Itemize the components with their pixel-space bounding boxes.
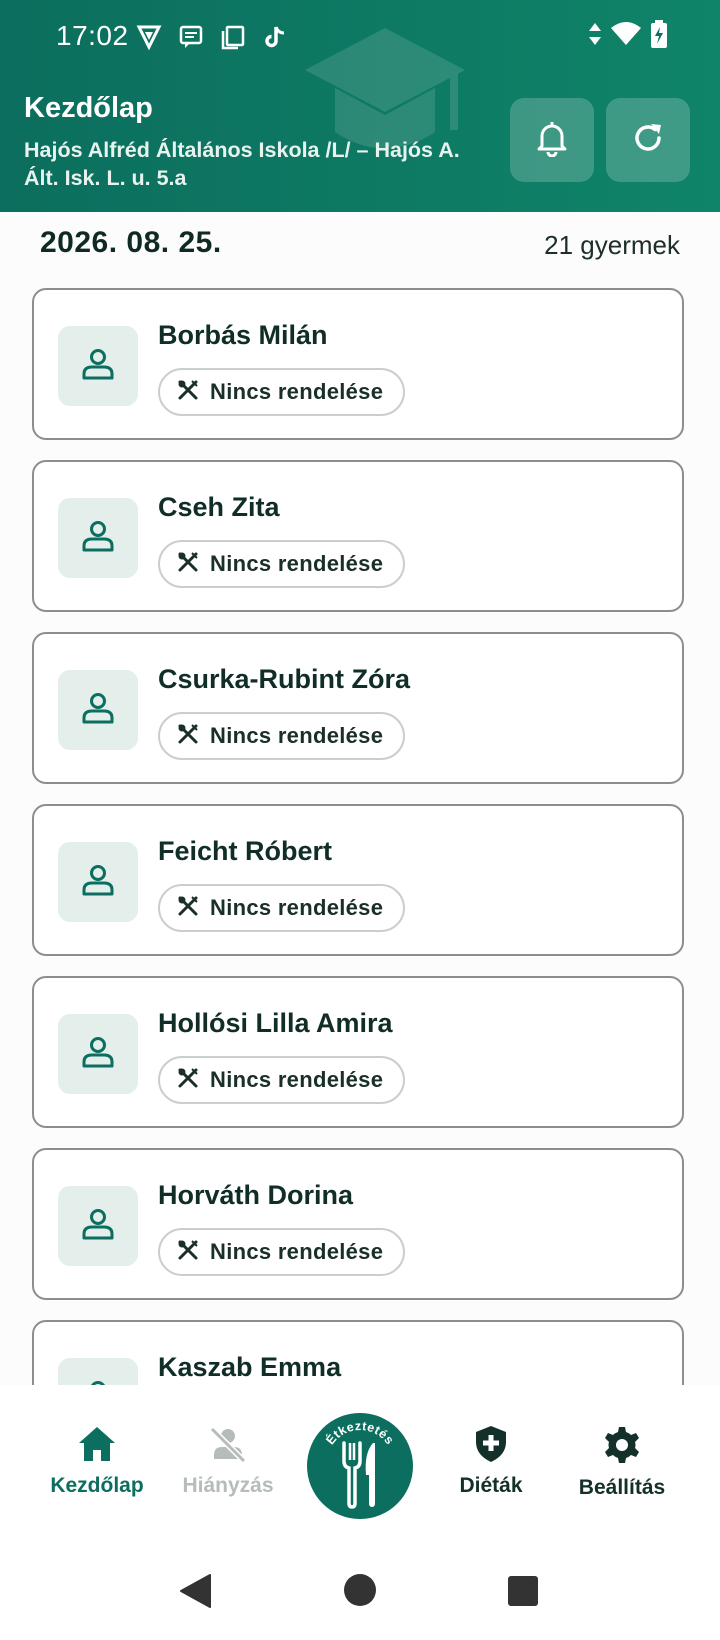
person-icon [80, 862, 116, 903]
child-card[interactable]: Horváth Dorina Nincs rendelése [32, 1148, 684, 1300]
no-meal-icon [176, 1066, 200, 1095]
order-status-badge: Nincs rendelése [158, 540, 406, 588]
order-status-label: Nincs rendelése [210, 1239, 384, 1264]
person-off-icon [208, 1425, 248, 1468]
child-card[interactable]: Hollósi Lilla Amira Nincs rendelése [32, 976, 684, 1128]
wifi-icon [610, 21, 642, 52]
meals-center-button[interactable]: Étkeztetés [307, 1413, 413, 1519]
avatar [58, 670, 138, 750]
order-status-badge: Nincs rendelése [158, 712, 406, 760]
gear-icon [602, 1425, 642, 1470]
status-bar: 17:02 [0, 0, 720, 74]
person-icon [80, 1378, 116, 1385]
person-icon [80, 346, 116, 387]
status-system-icons [588, 20, 668, 53]
order-status-label: Nincs rendelése [210, 379, 384, 404]
no-meal-icon [176, 1238, 200, 1267]
children-list[interactable]: Borbás Milán Nincs rendelése Cseh Zita N… [0, 288, 720, 1385]
vpn-shield-icon [134, 22, 164, 52]
nav-home-label: Kezdőlap [50, 1474, 144, 1497]
nav-diets[interactable]: Diéták [426, 1425, 556, 1498]
home-system-button[interactable] [343, 1573, 377, 1612]
child-name: Kaszab Emma [158, 1352, 342, 1382]
child-name: Feicht Róbert [158, 836, 333, 866]
avatar [58, 1358, 138, 1385]
nav-settings-label: Beállítás [578, 1476, 666, 1499]
child-name: Borbás Milán [158, 320, 328, 350]
school-name: Hajós Alfréd Általános Iskola /L/ – Hajó… [24, 138, 460, 190]
avatar [58, 326, 138, 406]
tiktok-icon [260, 22, 290, 52]
order-status-badge: Nincs rendelése [158, 368, 406, 416]
bell-icon [534, 119, 570, 162]
order-status-badge: Nincs rendelése [158, 1056, 406, 1104]
avatar [58, 1014, 138, 1094]
recents-button[interactable] [507, 1575, 539, 1612]
summary-row: 2026. 08. 25. 21 gyermek [40, 226, 680, 266]
nav-absence-label: Hiányzás [182, 1474, 274, 1497]
person-icon [80, 1034, 116, 1075]
shield-plus-icon [471, 1425, 511, 1468]
fork-knife-icon: Étkeztetés [322, 1419, 396, 1509]
person-icon [80, 518, 116, 559]
avatar [58, 498, 138, 578]
child-card[interactable]: Csurka-Rubint Zóra Nincs rendelése [32, 632, 684, 784]
child-card[interactable]: Borbás Milán Nincs rendelése [32, 288, 684, 440]
order-status-label: Nincs rendelése [210, 551, 384, 576]
order-status-label: Nincs rendelése [210, 723, 384, 748]
child-card[interactable]: Cseh Zita Nincs rendelése [32, 460, 684, 612]
app-header: 17:02 Kezdőlap Hajós Alfréd Általános Is… [0, 0, 720, 212]
child-card[interactable]: Feicht Róbert Nincs rendelése [32, 804, 684, 956]
notifications-button[interactable] [510, 98, 594, 182]
no-meal-icon [176, 378, 200, 407]
home-icon [77, 1425, 117, 1468]
order-status-badge: Nincs rendelése [158, 884, 406, 932]
nav-home[interactable]: Kezdőlap [32, 1425, 162, 1498]
message-icon [176, 22, 206, 52]
data-arrows-icon [588, 21, 602, 52]
battery-icon [650, 20, 668, 53]
person-icon [80, 690, 116, 731]
selected-date: 2026. 08. 25. [40, 226, 222, 259]
no-meal-icon [176, 894, 200, 923]
avatar [58, 1186, 138, 1266]
refresh-button[interactable] [606, 98, 690, 182]
nav-settings[interactable]: Beállítás [557, 1425, 687, 1500]
order-status-badge: Nincs rendelése [158, 1228, 406, 1276]
order-status-label: Nincs rendelése [210, 1067, 384, 1092]
avatar [58, 842, 138, 922]
children-count: 21 gyermek [544, 230, 680, 260]
nav-absence[interactable]: Hiányzás [163, 1425, 293, 1498]
nav-diets-label: Diéták [459, 1474, 523, 1497]
status-notifications [134, 22, 290, 52]
person-icon [80, 1206, 116, 1247]
child-name: Horváth Dorina [158, 1180, 354, 1210]
page-title: Kezdőlap [24, 92, 153, 124]
no-meal-icon [176, 722, 200, 751]
no-meal-icon [176, 550, 200, 579]
back-button[interactable] [178, 1573, 212, 1614]
order-status-label: Nincs rendelése [210, 895, 384, 920]
system-navigation-bar [0, 1535, 720, 1640]
bottom-navigation: Kezdőlap Hiányzás Étkeztetés Diéták Beál… [0, 1385, 720, 1535]
child-name: Csurka-Rubint Zóra [158, 664, 411, 694]
copy-icon [218, 22, 248, 52]
child-name: Hollósi Lilla Amira [158, 1008, 393, 1038]
child-card[interactable]: Kaszab Emma [32, 1320, 684, 1385]
status-time: 17:02 [56, 20, 129, 51]
refresh-icon [629, 119, 667, 162]
child-name: Cseh Zita [158, 492, 280, 522]
